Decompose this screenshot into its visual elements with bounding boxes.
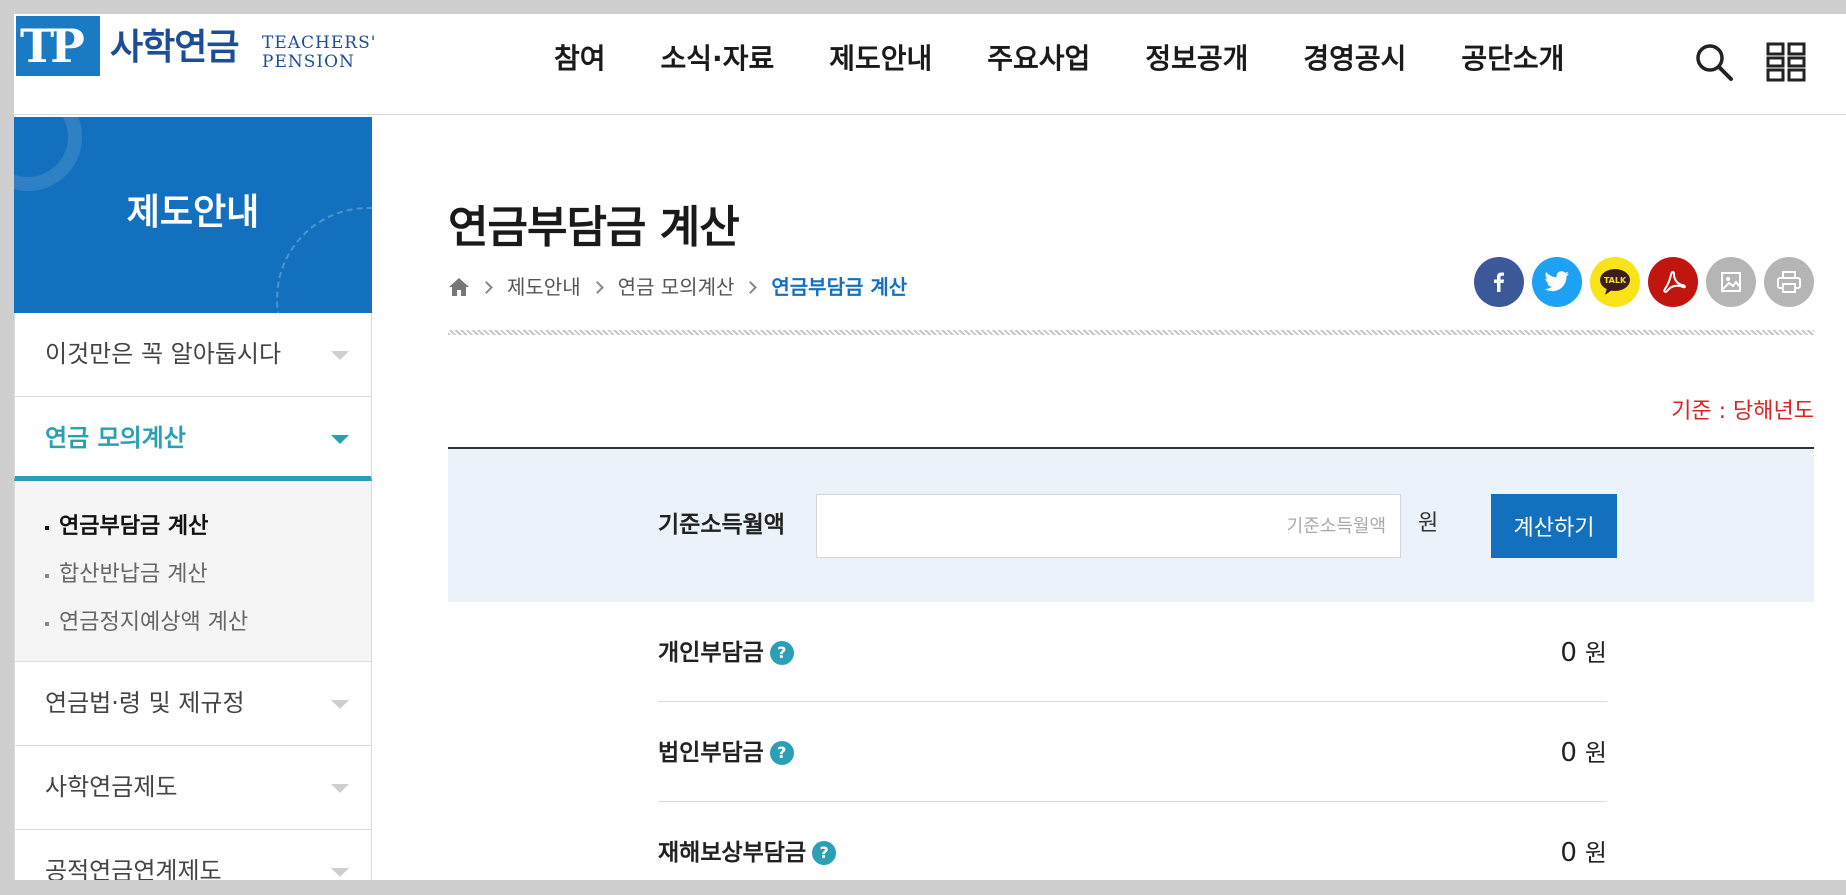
result-unit: 원 xyxy=(1584,639,1607,667)
nav-news[interactable]: 소식·자료 xyxy=(661,42,775,76)
sidebar-title: 제도안내 xyxy=(126,192,260,233)
result-label-text: 법인부담금 xyxy=(658,740,764,766)
sidebar-item-must-know[interactable]: 이것만은 꼭 알아둡시다 xyxy=(14,313,372,397)
decor-ring xyxy=(14,117,82,191)
result-row-corporate: 법인부담금 ? 0원 xyxy=(658,702,1607,802)
image-save-icon[interactable] xyxy=(1706,257,1756,307)
sidebar-item-label: 연금 모의계산 xyxy=(45,424,186,452)
kakaotalk-label: TALK xyxy=(1604,276,1627,285)
sidebar-item-label: 사학연금제도 xyxy=(45,773,178,801)
site-logo[interactable]: TP 사학연금 TEACHERS' PENSION xyxy=(16,16,386,86)
result-amount: 0 xyxy=(1560,638,1577,668)
chevron-down-icon xyxy=(331,784,349,793)
breadcrumb-current: 연금부담금 계산 xyxy=(771,275,908,299)
submenu-suspension-estimate-calc[interactable]: 연금정지예상액 계산 xyxy=(15,599,371,647)
breadcrumb-item[interactable]: 제도안내 xyxy=(507,273,581,301)
page-title: 연금부담금 계산 xyxy=(448,202,740,253)
sidebar-item-label: 이것만은 꼭 알아둡시다 xyxy=(45,340,282,368)
result-value: 0원 xyxy=(1560,638,1607,668)
breadcrumb-separator xyxy=(744,280,758,294)
main-content: 연금부담금 계산 제도안내 연금 모의계산 연금부담금 계산 TALK 기준:… xyxy=(448,117,1814,880)
twitter-icon[interactable] xyxy=(1532,257,1582,307)
help-icon[interactable]: ? xyxy=(769,641,794,665)
result-label-text: 개인부담금 xyxy=(658,640,764,666)
sidebar-item-public-pension-link[interactable]: 공적연금연계제도 xyxy=(14,830,372,880)
nav-about[interactable]: 공단소개 xyxy=(1461,42,1564,76)
all-menu-icon[interactable] xyxy=(1766,42,1806,82)
result-value: 0원 xyxy=(1560,838,1607,868)
chevron-down-icon xyxy=(331,700,349,709)
nav-system-guide[interactable]: 제도안내 xyxy=(829,42,932,76)
global-nav: 참여 소식·자료 제도안내 주요사업 정보공개 경영공시 공단소개 xyxy=(554,14,1619,110)
chevron-down-icon xyxy=(331,868,349,877)
result-row-accident: 재해보상부담금 ? 0원 xyxy=(658,802,1607,880)
chevron-down-icon xyxy=(331,351,349,360)
home-icon[interactable] xyxy=(448,276,470,298)
calculate-button[interactable]: 계산하기 xyxy=(1491,494,1617,558)
facebook-icon[interactable] xyxy=(1474,257,1524,307)
logo-mark: TP xyxy=(16,16,100,76)
site-header: TP 사학연금 TEACHERS' PENSION 참여 소식·자료 제도안내 … xyxy=(14,14,1846,115)
sidebar-item-label: 연금법·령 및 제규정 xyxy=(45,689,245,717)
help-icon[interactable]: ? xyxy=(812,841,837,865)
result-row-personal: 개인부담금 ? 0원 xyxy=(658,602,1607,702)
sidebar-item-pension-system[interactable]: 사학연금제도 xyxy=(14,746,372,830)
pdf-icon[interactable] xyxy=(1648,257,1698,307)
submenu-combined-repayment-calc[interactable]: 합산반납금 계산 xyxy=(15,551,371,599)
logo-korean: 사학연금 xyxy=(110,27,239,68)
result-label: 법인부담금 ? xyxy=(658,738,794,768)
breadcrumb: 제도안내 연금 모의계산 연금부담금 계산 xyxy=(448,273,907,301)
monthly-income-input[interactable] xyxy=(816,494,1401,558)
nav-main-business[interactable]: 주요사업 xyxy=(987,42,1090,76)
search-icon[interactable] xyxy=(1694,42,1734,82)
income-label: 기준소득월액 xyxy=(658,512,785,538)
help-icon[interactable]: ? xyxy=(769,741,794,765)
nav-info-disclosure[interactable]: 정보공개 xyxy=(1145,42,1248,76)
result-label: 개인부담금 ? xyxy=(658,638,794,668)
income-unit: 원 xyxy=(1418,511,1439,536)
logo-english-line2: PENSION xyxy=(262,52,355,72)
calculator-panel: 기준소득월액 원 계산하기 xyxy=(448,447,1814,602)
result-amount: 0 xyxy=(1560,838,1577,868)
print-icon[interactable] xyxy=(1764,257,1814,307)
logo-english-line1: TEACHERS' xyxy=(262,33,377,53)
sidebar-item-laws[interactable]: 연금법·령 및 제규정 xyxy=(14,662,372,746)
result-amount: 0 xyxy=(1560,738,1577,768)
result-unit: 원 xyxy=(1584,839,1607,867)
result-unit: 원 xyxy=(1584,739,1607,767)
page-frame: TP 사학연금 TEACHERS' PENSION 참여 소식·자료 제도안내 … xyxy=(14,14,1846,880)
share-toolbar: TALK xyxy=(1466,257,1814,307)
nav-participate[interactable]: 참여 xyxy=(554,42,606,76)
nav-management-disclosure[interactable]: 경영공시 xyxy=(1303,42,1406,76)
left-sidebar: 제도안내 이것만은 꼭 알아둡시다 연금 모의계산 연금부담금 계산 합산반납금… xyxy=(14,117,372,880)
result-value: 0원 xyxy=(1560,738,1607,768)
sidebar-item-pension-simulation[interactable]: 연금 모의계산 xyxy=(14,397,372,481)
logo-mark-text: TP xyxy=(20,19,85,73)
sidebar-header: 제도안내 xyxy=(14,117,372,313)
chevron-down-icon xyxy=(331,435,349,444)
result-label: 재해보상부담금 ? xyxy=(658,838,837,868)
breadcrumb-separator xyxy=(480,280,493,294)
submenu-contribution-calc[interactable]: 연금부담금 계산 xyxy=(15,503,371,551)
breadcrumb-separator xyxy=(590,280,604,294)
basis-note: 기준 : 당해년도 xyxy=(1671,399,1814,424)
sidebar-submenu: 연금부담금 계산 합산반납금 계산 연금정지예상액 계산 xyxy=(14,481,372,662)
kakaotalk-icon[interactable]: TALK xyxy=(1590,257,1640,307)
result-label-text: 재해보상부담금 xyxy=(658,840,807,866)
logo-english: TEACHERS' PENSION xyxy=(262,34,376,72)
title-divider xyxy=(448,330,1814,335)
sidebar-item-label: 공적연금연계제도 xyxy=(45,857,222,880)
breadcrumb-item[interactable]: 연금 모의계산 xyxy=(618,273,735,301)
